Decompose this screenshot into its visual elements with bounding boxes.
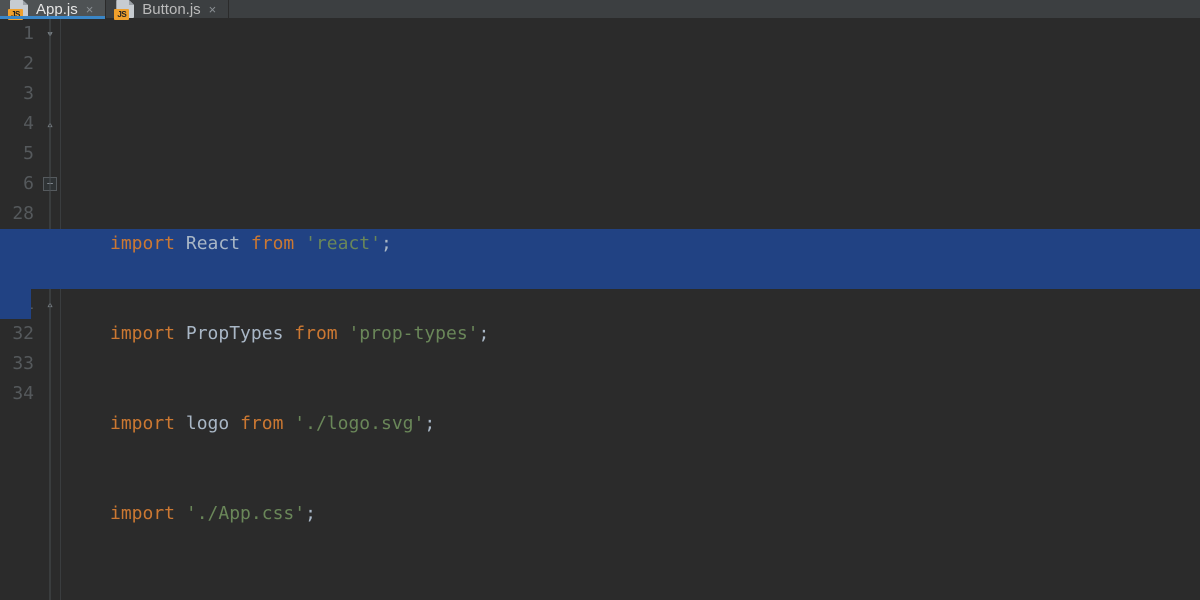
close-icon[interactable]: ×	[86, 2, 94, 17]
tab-label: Button.js	[142, 1, 200, 18]
code-line: import './App.css';	[110, 499, 1200, 529]
selection-highlight	[0, 289, 31, 319]
tab-bar: JS App.js × JS Button.js ×	[0, 0, 1200, 19]
close-icon[interactable]: ×	[209, 2, 217, 17]
line-number: 33	[0, 349, 34, 379]
line-number: 6	[0, 169, 34, 199]
fold-gutter: ▾ ▵ + ▾ ▵	[40, 19, 60, 600]
line-number: 4	[0, 109, 34, 139]
js-file-icon: JS	[116, 0, 134, 18]
line-number: 5	[0, 139, 34, 169]
code-line	[110, 589, 1200, 600]
line-number: 28	[0, 199, 34, 229]
line-number: 3	[0, 79, 34, 109]
tab-label: App.js	[36, 1, 78, 18]
line-number: 32	[0, 319, 34, 349]
indent-guide	[60, 19, 110, 600]
code-line: import logo from './logo.svg';	[110, 409, 1200, 439]
code-line: import React from 'react';	[110, 229, 1200, 259]
line-number: 34	[0, 379, 34, 409]
tab-button-js[interactable]: JS Button.js ×	[106, 0, 229, 18]
code-editor[interactable]: 1 2 3 4 5 6 28 29 30 31 32 33 34 ▾ ▵ + ▾…	[0, 19, 1200, 600]
code-area[interactable]: import React from 'react'; import PropTy…	[110, 19, 1200, 600]
line-number: 2	[0, 49, 34, 79]
code-line: import PropTypes from 'prop-types';	[110, 319, 1200, 349]
js-file-icon: JS	[10, 0, 28, 18]
ide-window: JS App.js × JS Button.js × 1 2 3 4 5 6 2…	[0, 0, 1200, 600]
line-number: 1	[0, 19, 34, 49]
tab-app-js[interactable]: JS App.js ×	[0, 0, 106, 18]
selection-highlight	[0, 259, 1200, 289]
